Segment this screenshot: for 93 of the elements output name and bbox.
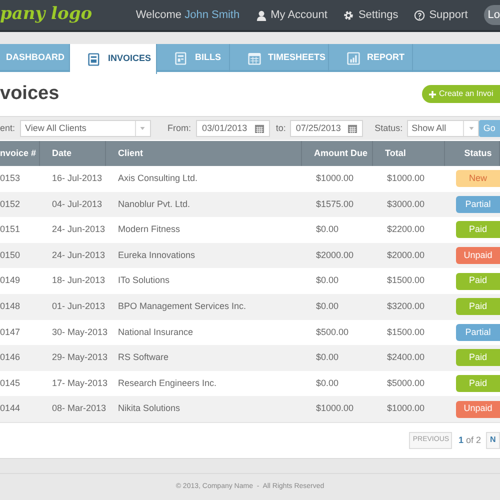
date-field[interactable]: 03/01/2013 <box>196 120 270 137</box>
table-cell-text: 0146 <box>0 351 22 364</box>
header-link[interactable]: Settings <box>343 6 398 24</box>
table-cell-text: 18- Jun-2013 <box>51 274 106 288</box>
nav-tab[interactable]: TIMESHEETS <box>230 44 329 72</box>
table-cell-text: $500.00 <box>315 326 350 339</box>
status-badge: Paid <box>456 375 500 392</box>
table-cell-text: $1500.00 <box>386 326 426 339</box>
select-field[interactable]: Show All <box>406 120 480 137</box>
welcome-text: Welcome John Smith <box>136 8 240 23</box>
status-badge: Unpaid <box>456 400 500 418</box>
company-logo: pany logo <box>0 3 94 26</box>
table-cell-text: 0152 <box>0 198 22 211</box>
table-cell-text: $0.00 <box>315 223 340 236</box>
table-cell-text: $3000.00 <box>386 198 426 211</box>
table-cell-text: 0151 <box>0 223 22 236</box>
table-cell-text: $2400.00 <box>386 351 426 364</box>
dropdown-caret-icon <box>140 127 146 130</box>
filter-label: ent: <box>0 122 16 135</box>
table-cell-text: 08- Mar-2013 <box>51 402 106 416</box>
table-cell-text: National Insurance <box>117 326 194 339</box>
table-cell-text: Eureka Innovations <box>117 248 196 262</box>
table-cell-text: 17- May-2013 <box>51 376 106 390</box>
table-cell-text: 0153 <box>0 172 22 186</box>
table-cell-text: 0144 <box>0 402 22 416</box>
calendar-icon <box>248 52 261 64</box>
table-cell-text: 0148 <box>0 300 22 314</box>
table-cell-text: Axis Consulting Ltd. <box>117 172 199 186</box>
date-field[interactable]: 07/25/2013 <box>290 120 363 137</box>
header-link[interactable]: My Account <box>256 6 328 24</box>
calendar-icon <box>254 124 264 133</box>
dropdown-caret-icon <box>468 127 474 130</box>
table-cell-text: 0149 <box>0 274 22 288</box>
nav-tab[interactable]: REPORT <box>329 44 413 72</box>
table-cell-text: $2000.00 <box>386 248 426 262</box>
table-cell-text: 16- Jul-2013 <box>51 172 104 186</box>
next-button[interactable]: N <box>486 432 500 449</box>
header-link[interactable]: Support <box>414 6 468 24</box>
table-cell-text: 0145 <box>0 376 22 390</box>
status-badge: Paid <box>456 221 500 238</box>
status-badge: Partial <box>456 196 500 213</box>
table-cell-text: Modern Fitness <box>117 223 182 236</box>
table-cell-text: $0.00 <box>315 351 340 364</box>
chart-icon <box>347 52 360 64</box>
table-cell-text: $1000.00 <box>315 172 355 186</box>
filter-label: Status: <box>374 122 403 135</box>
filter-label: to: <box>276 122 286 135</box>
status-badge: Partial <box>456 324 500 341</box>
table-cell-text: $1000.00 <box>315 402 355 416</box>
table-cell-text: $0.00 <box>315 274 340 288</box>
table-cell-text: $1575.00 <box>315 198 355 211</box>
plus-icon <box>429 90 436 98</box>
document-icon <box>88 52 101 66</box>
table-cell-text: $0.00 <box>315 300 340 314</box>
table-cell-text: $1500.00 <box>386 274 426 288</box>
calendar-icon <box>348 124 357 133</box>
table-cell-text: $3200.00 <box>386 300 426 314</box>
filter-label: From: <box>168 122 192 135</box>
logout-button[interactable]: Lo <box>484 5 500 25</box>
table-cell-text: ITo Solutions <box>117 274 171 288</box>
help-icon <box>414 10 426 20</box>
status-badge: Paid <box>456 349 500 366</box>
table-cell-text: Research Engineers Inc. <box>117 376 218 390</box>
user-icon <box>256 10 267 20</box>
document-icon <box>175 52 188 64</box>
table-cell-text: $2200.00 <box>386 223 426 236</box>
table-cell-text: 0150 <box>0 248 22 262</box>
settings-icon <box>343 10 354 20</box>
table-cell-text: 24- Jun-2013 <box>51 248 106 262</box>
status-badge: Unpaid <box>456 247 500 264</box>
table-cell-text: Nanoblur Pvt. Ltd. <box>117 198 192 211</box>
table-cell-text: $1000.00 <box>386 172 426 186</box>
table-cell-text: 30- May-2013 <box>51 326 106 339</box>
status-badge: New <box>456 170 500 188</box>
status-badge: Paid <box>456 298 500 316</box>
table-cell-text: $5000.00 <box>386 376 426 390</box>
table-cell-text: $2000.00 <box>315 248 355 262</box>
table-cell-text: 01- Jun-2013 <box>51 300 106 314</box>
table-cell-text: 29- May-2013 <box>51 351 106 364</box>
table-cell-text: Nikita Solutions <box>117 402 182 416</box>
table-cell-text: BPO Management Services Inc. <box>117 300 248 314</box>
page-indicator: 1 of 2 <box>458 434 481 447</box>
table-cell-text: $1000.00 <box>386 402 426 416</box>
table-cell-text: $0.00 <box>315 376 340 390</box>
page-title: voices <box>0 82 60 106</box>
select-field[interactable]: View All Clients <box>20 120 151 137</box>
table-cell-text: RS Software <box>117 351 170 364</box>
table-cell-text: 0147 <box>0 326 22 339</box>
table-cell-text: 24- Jun-2013 <box>51 223 106 236</box>
nav-tab[interactable]: BILLS <box>157 44 230 72</box>
nav-tab[interactable]: INVOICES <box>70 44 157 74</box>
status-badge: Paid <box>456 272 500 290</box>
table-cell-text: 04- Jul-2013 <box>51 198 104 211</box>
